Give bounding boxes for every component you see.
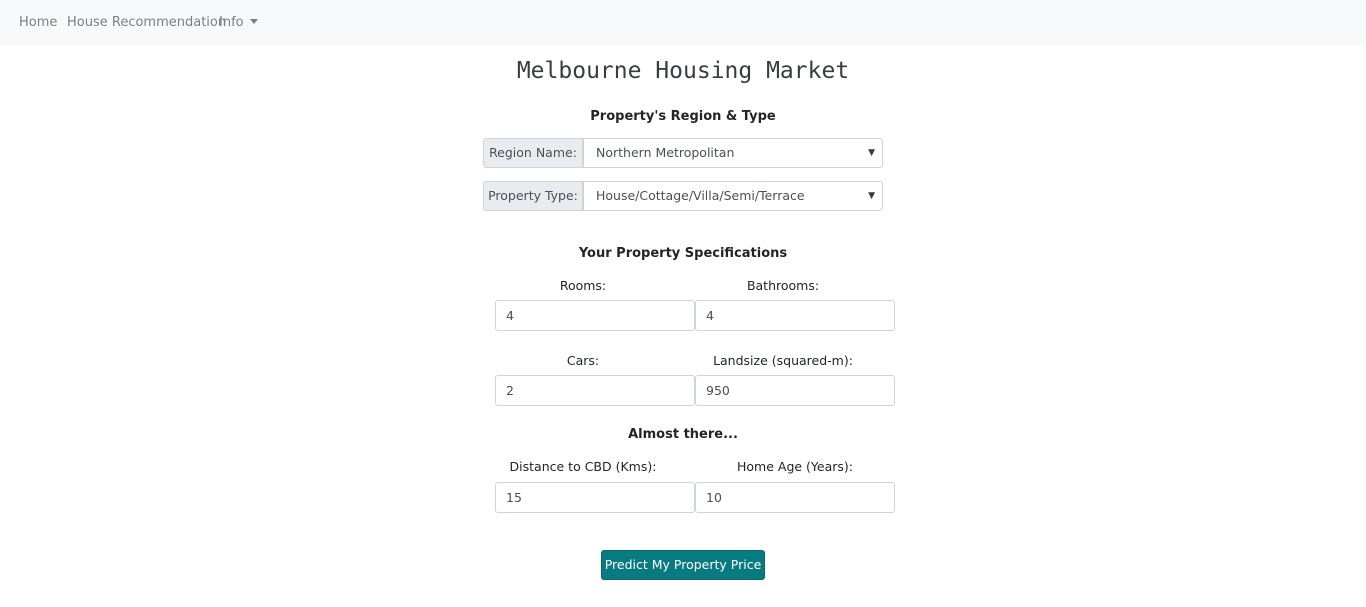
region-name-value: Northern Metropolitan: [596, 145, 735, 160]
landsize-input[interactable]: 950: [695, 375, 895, 406]
predict-price-button[interactable]: Predict My Property Price: [601, 550, 765, 580]
cars-input[interactable]: 2: [495, 375, 695, 406]
rooms-label: Rooms:: [559, 278, 607, 293]
region-type-heading: Property's Region & Type: [590, 109, 776, 124]
nav-info-label: Info: [219, 15, 244, 30]
property-type-label: Property Type:: [483, 181, 583, 211]
bathrooms-label: Bathrooms:: [746, 278, 820, 293]
distance-cbd-input[interactable]: 15: [495, 482, 695, 513]
region-name-select[interactable]: Northern Metropolitan ▼: [583, 138, 883, 168]
nav-home-link[interactable]: Home: [19, 15, 57, 30]
distance-cbd-label: Distance to CBD (Kms):: [509, 459, 657, 474]
bathrooms-input[interactable]: 4: [695, 300, 895, 331]
caret-down-icon: [249, 19, 258, 24]
home-age-input[interactable]: 10: [695, 482, 895, 513]
select-caret-icon: ▼: [868, 148, 875, 158]
home-age-label: Home Age (Years):: [737, 459, 853, 474]
region-name-label: Region Name:: [483, 138, 583, 168]
property-type-value: House/Cottage/Villa/Semi/Terrace: [596, 188, 805, 203]
select-caret-icon: ▼: [868, 191, 875, 201]
rooms-input[interactable]: 4: [495, 300, 695, 331]
specifications-heading: Your Property Specifications: [578, 246, 788, 261]
nav-info-dropdown[interactable]: Info: [219, 15, 258, 30]
cars-label: Cars:: [566, 353, 600, 368]
almost-there-heading: Almost there...: [628, 427, 738, 442]
navbar: Home House Recommendation Info: [0, 0, 1366, 45]
landsize-label: Landsize (squared-m):: [713, 353, 853, 368]
property-type-select[interactable]: House/Cottage/Villa/Semi/Terrace ▼: [583, 181, 883, 211]
page-title: Melbourne Housing Market: [516, 58, 850, 84]
nav-house-recommendation-link[interactable]: House Recommendation: [67, 15, 226, 30]
